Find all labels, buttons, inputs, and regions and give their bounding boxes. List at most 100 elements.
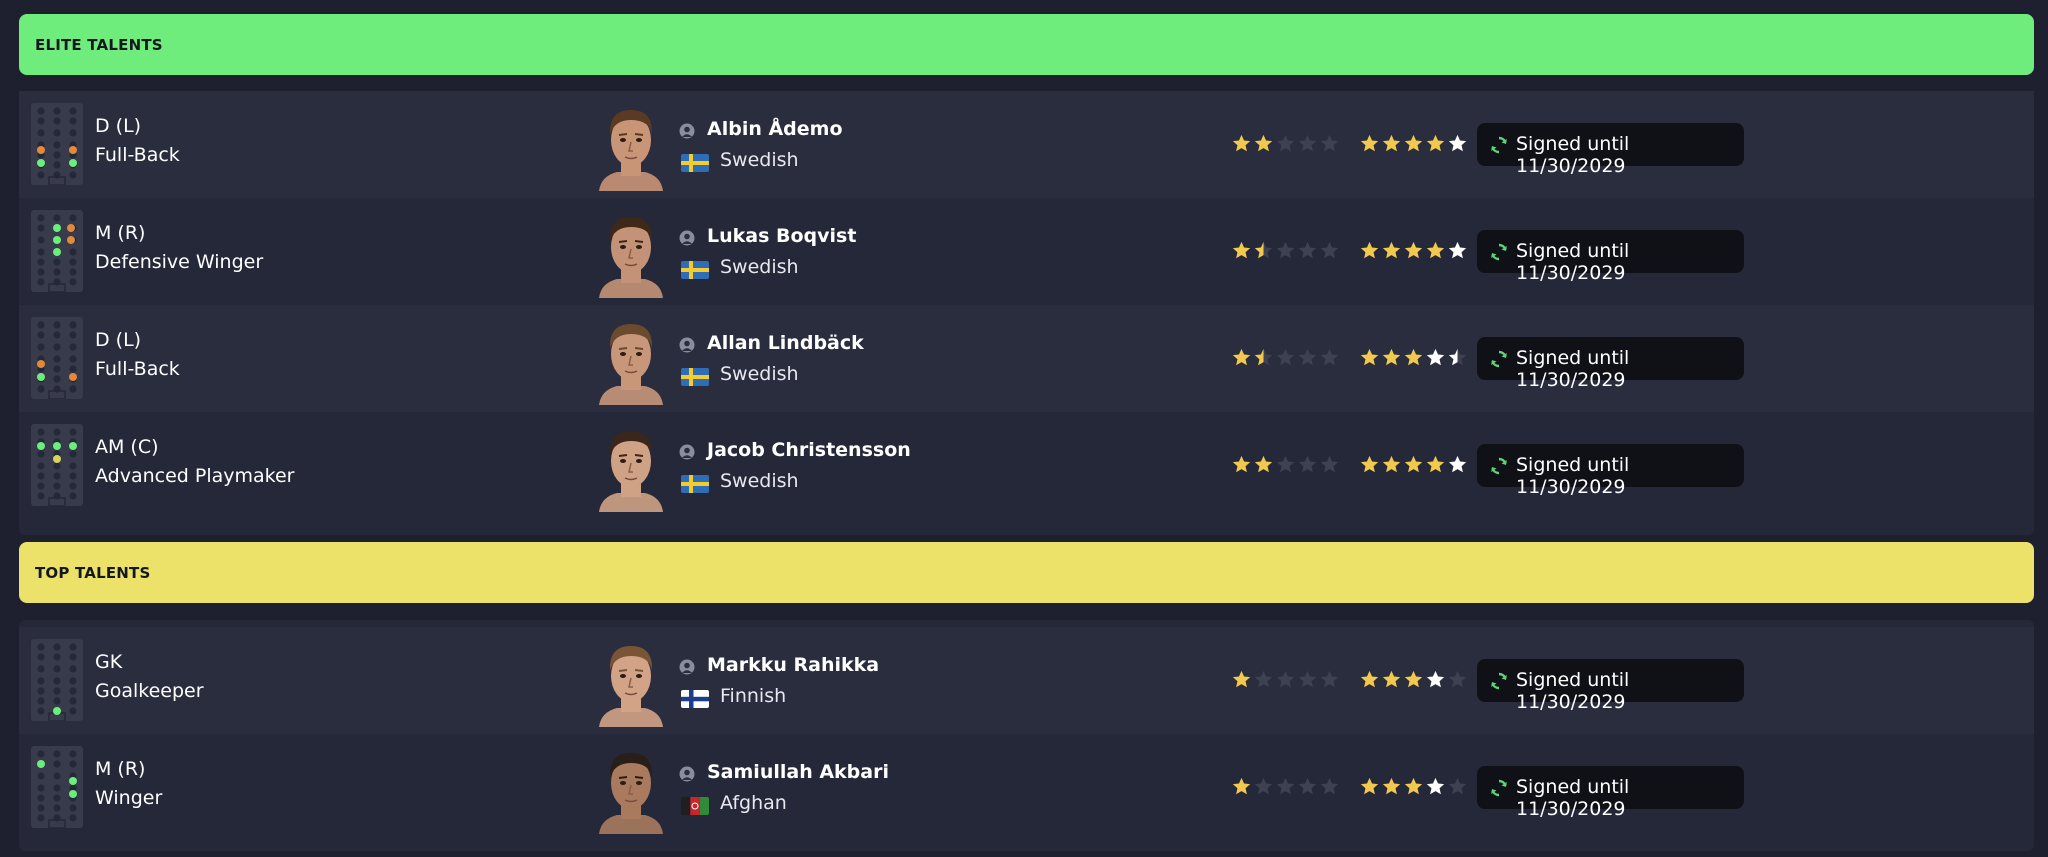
position-pitch-icon [31,210,83,292]
position-code: D (L) [95,329,142,351]
star-icon [1359,133,1380,158]
player-row[interactable]: AM (C) Advanced Playmaker Jacob Christen… [19,412,2034,519]
position-role: Full-Back [95,144,180,166]
star-icon [1319,133,1340,158]
star-icon [1403,454,1424,479]
potential-ability-stars [1359,669,1468,694]
star-icon [1447,669,1468,694]
star-icon [1319,454,1340,479]
renew-icon [1489,349,1509,369]
player-row[interactable]: M (R) Defensive Winger Lukas Boqvist Swe… [19,198,2034,305]
star-icon [1275,669,1296,694]
star-icon [1447,133,1468,158]
position-pitch-icon [31,424,83,506]
contract-text: Signed until 11/30/2029 [1516,454,1630,498]
position-role: Full-Back [95,358,180,380]
contract-badge[interactable]: Signed until 11/30/2029 [1477,444,1744,498]
contract-badge[interactable]: Signed until 11/30/2029 [1477,123,1744,177]
player-row[interactable]: M (R) Winger Samiullah Akbari Afghan Sig… [19,734,2034,841]
renew-icon [1489,135,1509,155]
current-ability-stars [1231,669,1340,694]
player-name-link[interactable]: Allan Lindbäck [707,332,864,354]
star-icon [1319,347,1340,372]
star-icon [1425,776,1446,801]
person-icon [679,659,695,675]
player-face-image [591,312,671,405]
contract-badge[interactable]: Signed until 11/30/2029 [1477,230,1744,284]
star-icon [1425,240,1446,265]
star-icon [1359,240,1380,265]
star-icon [1275,454,1296,479]
contract-text: Signed until 11/30/2029 [1516,347,1630,391]
star-icon [1359,454,1380,479]
star-icon [1319,776,1340,801]
section-header-top-talents: TOP TALENTS [19,542,2034,603]
player-face-image [591,98,671,191]
current-ability-stars [1231,454,1340,479]
player-face-image [591,205,671,298]
star-icon [1425,133,1446,158]
star-icon [1381,347,1402,372]
person-icon [679,337,695,353]
star-icon [1381,669,1402,694]
star-icon [1425,347,1446,372]
person-icon [679,123,695,139]
position-role: Defensive Winger [95,251,264,273]
nationality: Swedish [720,149,799,171]
position-pitch-icon [31,103,83,185]
player-name-link[interactable]: Markku Rahikka [707,654,879,676]
position-code: AM (C) [95,436,159,458]
player-row[interactable]: D (L) Full-Back Albin Ådemo Swedish Sign… [19,91,2034,198]
player-name-link[interactable]: Lukas Boqvist [707,225,856,247]
position-code: GK [95,651,123,673]
star-icon [1403,669,1424,694]
contract-text: Signed until 11/30/2029 [1516,133,1630,177]
potential-ability-stars [1359,347,1468,372]
potential-ability-stars [1359,454,1468,479]
star-icon [1253,347,1274,372]
player-row[interactable]: GK Goalkeeper Markku Rahikka Finnish Sig… [19,627,2034,734]
star-icon [1297,133,1318,158]
renew-icon [1489,242,1509,262]
player-name-link[interactable]: Samiullah Akbari [707,761,889,783]
star-icon [1231,669,1252,694]
nationality: Afghan [720,792,787,814]
star-icon [1253,240,1274,265]
player-name-link[interactable]: Albin Ådemo [707,118,843,140]
star-icon [1297,669,1318,694]
star-icon [1253,133,1274,158]
star-icon [1231,454,1252,479]
nationality: Swedish [720,256,799,278]
current-ability-stars [1231,240,1340,265]
contract-badge[interactable]: Signed until 11/30/2029 [1477,766,1744,820]
player-name-link[interactable]: Jacob Christensson [707,439,911,461]
contract-badge[interactable]: Signed until 11/30/2029 [1477,659,1744,713]
flag-sweden-icon [681,368,709,386]
star-icon [1359,669,1380,694]
flag-sweden-icon [681,261,709,279]
contract-badge[interactable]: Signed until 11/30/2029 [1477,337,1744,391]
star-icon [1253,776,1274,801]
star-icon [1297,776,1318,801]
position-pitch-icon [31,317,83,399]
potential-ability-stars [1359,776,1468,801]
star-icon [1231,240,1252,265]
star-icon [1381,240,1402,265]
flag-afghanistan-icon [681,797,709,815]
renew-icon [1489,671,1509,691]
position-code: M (R) [95,222,146,244]
player-row[interactable]: D (L) Full-Back Allan Lindbäck Swedish S… [19,305,2034,412]
star-icon [1403,133,1424,158]
section-title: ELITE TALENTS [35,35,163,54]
contract-text: Signed until 11/30/2029 [1516,776,1630,820]
position-role: Winger [95,787,163,809]
flag-sweden-icon [681,475,709,493]
flag-sweden-icon [681,154,709,172]
star-icon [1275,776,1296,801]
current-ability-stars [1231,347,1340,372]
current-ability-stars [1231,776,1340,801]
contract-text: Signed until 11/30/2029 [1516,669,1630,713]
star-icon [1381,776,1402,801]
star-icon [1359,776,1380,801]
nationality: Swedish [720,470,799,492]
